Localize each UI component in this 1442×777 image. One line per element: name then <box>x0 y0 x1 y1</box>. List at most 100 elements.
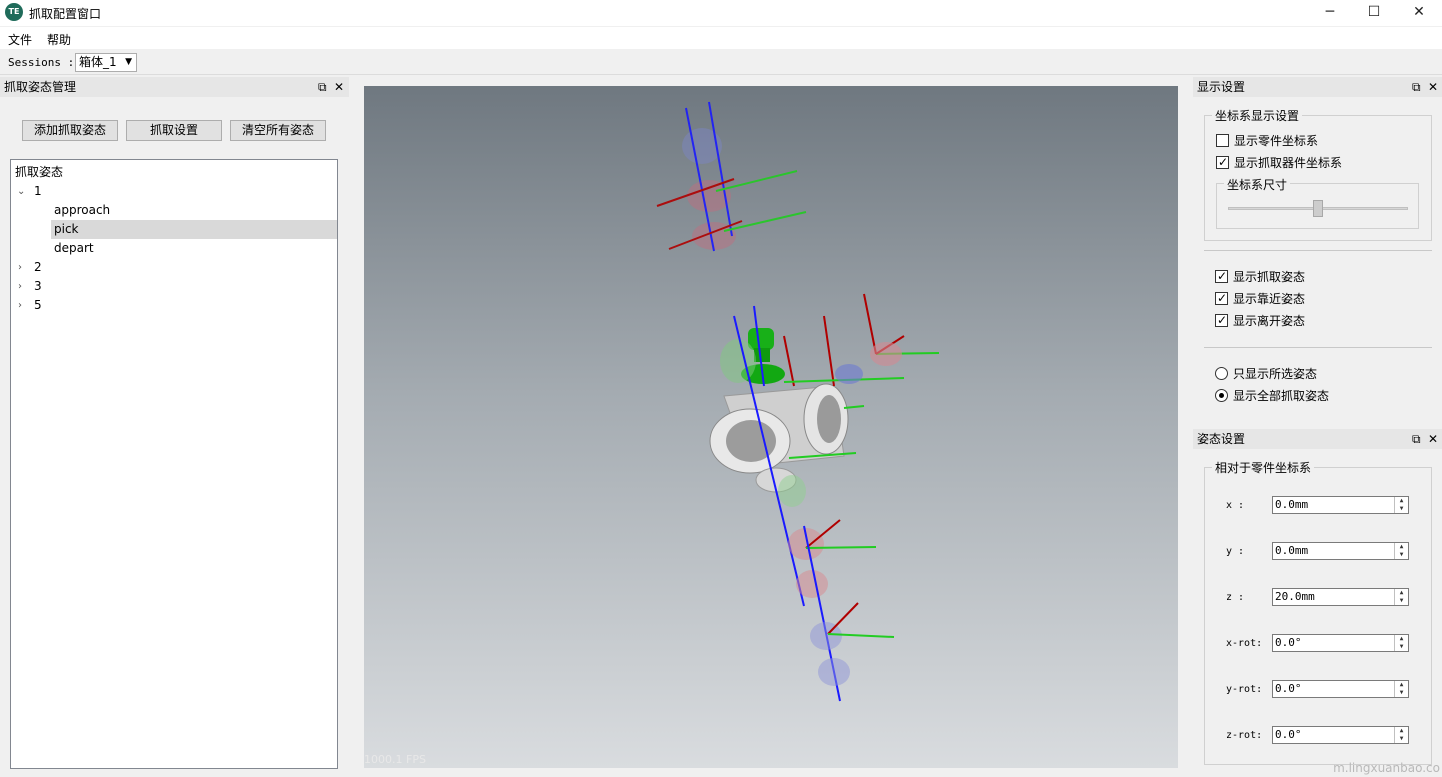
chevron-right-icon[interactable]: › <box>18 296 22 315</box>
maximize-button[interactable]: ☐ <box>1351 0 1397 26</box>
checkbox-label: 显示零件坐标系 <box>1234 134 1319 148</box>
tree-item-label: 2 <box>34 260 42 274</box>
x-label: x : <box>1226 500 1245 511</box>
y-rot-spinbox[interactable]: 0.0° ▲ ▼ <box>1272 680 1409 698</box>
z-spinbox[interactable]: 20.0mm ▲ ▼ <box>1272 588 1409 606</box>
grasp-pose-panel: 抓取姿态管理 ⧉ ✕ 添加抓取姿态 抓取设置 清空所有姿态 抓取姿态 ⌄ 1 a… <box>0 77 349 774</box>
add-grasp-pose-button[interactable]: 添加抓取姿态 <box>22 120 118 141</box>
checkbox-box[interactable] <box>1215 290 1228 306</box>
float-icon[interactable]: ⧉ <box>1412 429 1421 449</box>
spin-arrows-icon[interactable]: ▲ ▼ <box>1394 589 1408 605</box>
grasp-pose-panel-title: 抓取姿态管理 ⧉ ✕ <box>0 77 349 97</box>
window-title: 抓取配置窗口 <box>29 7 102 21</box>
spinbox-value: 0.0° <box>1275 728 1302 741</box>
spinbox-value: 0.0° <box>1275 682 1302 695</box>
coord-display-group-title: 坐标系显示设置 <box>1212 107 1303 124</box>
pose-depart-lower <box>788 519 895 702</box>
relative-frame-group-title: 相对于零件坐标系 <box>1212 459 1315 476</box>
tree-item-pick[interactable]: pick <box>51 220 337 239</box>
tree-item-5[interactable]: › 5 <box>11 296 337 315</box>
panel-title-text: 姿态设置 <box>1197 432 1246 446</box>
float-icon[interactable]: ⧉ <box>318 77 327 97</box>
title-bar: TE 抓取配置窗口 ─ ☐ ✕ <box>0 0 1442 26</box>
chevron-right-icon[interactable]: › <box>18 258 22 277</box>
spin-arrows-icon[interactable]: ▲ ▼ <box>1394 543 1408 559</box>
checkbox-label: 显示靠近姿态 <box>1233 292 1306 306</box>
display-settings-panel-title: 显示设置 ⧉ ✕ <box>1193 77 1442 97</box>
tree-item-label: 1 <box>34 184 42 198</box>
radio-circle[interactable] <box>1215 389 1228 402</box>
spin-arrows-icon[interactable]: ▲ ▼ <box>1394 635 1408 651</box>
app-logo-icon: TE <box>5 3 23 21</box>
checkbox-label: 显示抓取姿态 <box>1233 270 1306 284</box>
scene-render <box>656 101 940 702</box>
close-icon[interactable]: ✕ <box>334 77 344 97</box>
radio-label: 显示全部抓取姿态 <box>1233 389 1330 403</box>
minimize-button[interactable]: ─ <box>1307 0 1353 26</box>
checkbox-label: 显示抓取器件坐标系 <box>1234 156 1343 170</box>
menu-help[interactable]: 帮助 <box>47 31 71 48</box>
show-pick-pose-checkbox[interactable]: 显示抓取姿态 <box>1215 268 1306 285</box>
tree-item-approach[interactable]: approach <box>11 201 337 220</box>
close-icon[interactable]: ✕ <box>1428 429 1438 449</box>
menu-file[interactable]: 文件 <box>8 31 32 48</box>
grasp-settings-button[interactable]: 抓取设置 <box>126 120 222 141</box>
checkbox-box[interactable] <box>1215 312 1228 328</box>
grasp-pose-tree[interactable]: 抓取姿态 ⌄ 1 approach pick depart › 2 › 3 › … <box>10 159 338 769</box>
spin-arrows-icon[interactable]: ▲ ▼ <box>1394 681 1408 697</box>
checkbox-label: 显示离开姿态 <box>1233 314 1306 328</box>
tree-item-depart[interactable]: depart <box>11 239 337 258</box>
close-icon[interactable]: ✕ <box>1428 77 1438 97</box>
checkbox-box[interactable] <box>1215 268 1228 284</box>
y-label: y : <box>1226 546 1245 557</box>
watermark: m.lingxuanbao.co <box>1333 761 1440 775</box>
close-button[interactable]: ✕ <box>1396 0 1442 26</box>
float-icon[interactable]: ⧉ <box>1412 77 1421 97</box>
y-rot-label: y-rot: <box>1226 684 1263 695</box>
show-depart-pose-checkbox[interactable]: 显示离开姿态 <box>1215 312 1306 329</box>
x-spinbox[interactable]: 0.0mm ▲ ▼ <box>1272 496 1409 514</box>
spin-arrows-icon[interactable]: ▲ ▼ <box>1394 727 1408 743</box>
tree-item-3[interactable]: › 3 <box>11 277 337 296</box>
chevron-down-icon[interactable]: ⌄ <box>17 182 25 201</box>
3d-viewport[interactable]: 1000.1 FPS <box>364 86 1178 768</box>
sessions-label: Sessions : <box>8 56 75 69</box>
z-rot-spinbox[interactable]: 0.0° ▲ ▼ <box>1272 726 1409 744</box>
x-rot-label: x-rot: <box>1226 638 1263 649</box>
chevron-down-icon: ▼ <box>125 57 132 67</box>
separator <box>1204 347 1432 348</box>
spinbox-value: 20.0mm <box>1275 590 1315 603</box>
sessions-value: 箱体_1 <box>79 55 117 69</box>
spin-arrows-icon[interactable]: ▲ ▼ <box>1394 497 1408 513</box>
panel-title-text: 抓取姿态管理 <box>4 80 77 94</box>
spinbox-value: 0.0mm <box>1275 498 1309 511</box>
tree-item-2[interactable]: › 2 <box>11 258 337 277</box>
checkbox-box[interactable] <box>1216 134 1229 147</box>
spinbox-value: 0.0mm <box>1275 544 1309 557</box>
sessions-dropdown[interactable]: 箱体_1 ▼ <box>75 53 137 72</box>
show-gripper-frame-checkbox[interactable]: 显示抓取器件坐标系 <box>1216 154 1343 171</box>
only-selected-radio[interactable]: 只显示所选姿态 <box>1215 366 1317 382</box>
pose-approach-top <box>656 101 807 252</box>
radio-circle[interactable] <box>1215 367 1228 380</box>
tree-header: 抓取姿态 <box>15 165 64 179</box>
show-part-frame-checkbox[interactable]: 显示零件坐标系 <box>1216 133 1318 149</box>
chevron-right-icon[interactable]: › <box>18 277 22 296</box>
radio-label: 只显示所选姿态 <box>1233 367 1318 381</box>
tree-item-1[interactable]: ⌄ 1 <box>11 182 337 201</box>
clear-all-poses-button[interactable]: 清空所有姿态 <box>230 120 326 141</box>
frame-size-slider-handle[interactable] <box>1313 200 1323 217</box>
x-rot-spinbox[interactable]: 0.0° ▲ ▼ <box>1272 634 1409 652</box>
show-all-radio[interactable]: 显示全部抓取姿态 <box>1215 388 1329 404</box>
y-spinbox[interactable]: 0.0mm ▲ ▼ <box>1272 542 1409 560</box>
z-rot-label: z-rot: <box>1226 730 1263 741</box>
panel-title-text: 显示设置 <box>1197 80 1246 94</box>
gripper-selected <box>720 328 785 384</box>
menu-bar: 文件 帮助 <box>0 27 1442 49</box>
fps-counter: 1000.1 FPS <box>364 753 426 766</box>
spinbox-value: 0.0° <box>1275 636 1302 649</box>
frame-size-group-title: 坐标系尺寸 <box>1224 176 1291 193</box>
z-label: z : <box>1226 592 1245 603</box>
show-approach-pose-checkbox[interactable]: 显示靠近姿态 <box>1215 290 1306 307</box>
checkbox-box[interactable] <box>1216 154 1229 170</box>
